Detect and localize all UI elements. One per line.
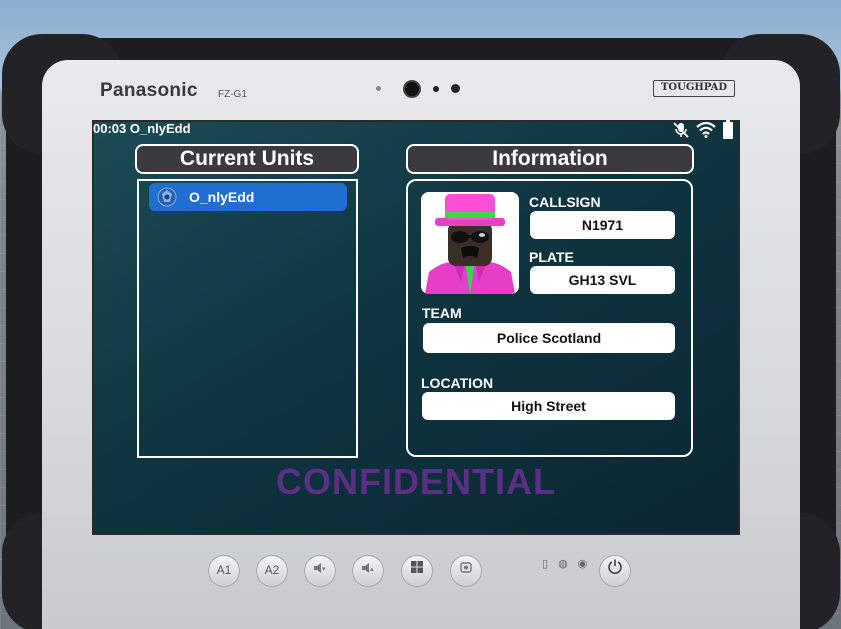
units-list: O_nlyEdd	[137, 179, 358, 458]
callsign-label: CALLSIGN	[529, 194, 601, 210]
svg-text:▴: ▴	[370, 565, 374, 573]
callsign-value: N1971	[530, 211, 675, 239]
camera-button[interactable]	[450, 555, 482, 587]
mic-muted-icon	[672, 121, 690, 144]
device-model: FZ-G1	[218, 89, 247, 100]
unit-list-item-label: O_nlyEdd	[189, 189, 255, 205]
storage-led-icon: ◍	[558, 558, 568, 570]
player-avatar	[421, 192, 519, 294]
a2-button[interactable]: A2	[256, 555, 288, 587]
police-badge-icon	[157, 187, 177, 207]
power-icon	[607, 559, 623, 577]
location-value: High Street	[422, 392, 675, 420]
windows-icon	[410, 561, 424, 577]
confidential-watermark: CONFIDENTIAL	[276, 461, 556, 502]
sensor-icon	[376, 86, 381, 91]
location-label: LOCATION	[421, 375, 494, 391]
info-panel-title: Information	[406, 144, 694, 174]
units-panel-title: Current Units	[135, 144, 359, 174]
power-led-icon: ◉	[577, 558, 588, 570]
status-bar: 00:03 O_nlyEdd	[93, 121, 191, 136]
status-time: 00:03	[93, 121, 127, 136]
status-leds: ▯ ◍ ◉	[542, 557, 587, 570]
team-value: Police Scotland	[423, 323, 675, 353]
unit-list-item[interactable]: O_nlyEdd	[149, 183, 347, 211]
battery-led-icon: ▯	[542, 558, 549, 570]
svg-text:▾: ▾	[322, 565, 326, 573]
plate-label: PLATE	[529, 249, 574, 265]
power-button[interactable]	[599, 555, 631, 587]
plate-value: GH13 SVL	[530, 266, 675, 294]
volume-down-button[interactable]: ▾	[304, 555, 336, 587]
device-brand: Panasonic	[100, 80, 198, 101]
team-label: TEAM	[422, 305, 462, 321]
a1-button[interactable]: A1	[208, 555, 240, 587]
volume-up-icon: ▴	[360, 563, 376, 577]
wifi-icon	[696, 121, 716, 143]
status-username: O_nlyEdd	[129, 121, 191, 136]
volume-up-button[interactable]: ▴	[352, 555, 384, 587]
volume-down-icon: ▾	[312, 563, 328, 577]
camera-icon	[403, 80, 421, 98]
battery-icon	[722, 120, 734, 145]
sensor-icon	[433, 86, 439, 92]
device-badge: TOUGHPAD	[653, 80, 735, 97]
camera-shutter-icon	[459, 562, 473, 577]
windows-button[interactable]	[401, 555, 433, 587]
status-icons	[672, 120, 734, 145]
light-sensor-icon	[451, 84, 460, 93]
